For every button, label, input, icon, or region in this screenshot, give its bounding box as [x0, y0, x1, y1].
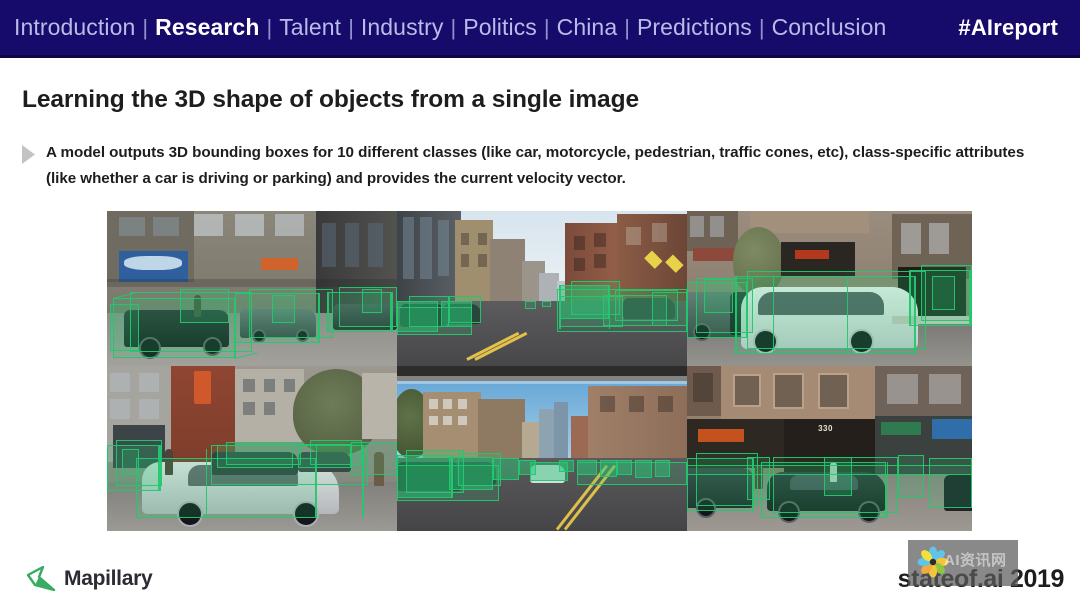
figure-photo-1 [107, 211, 397, 366]
nav-separator: | [624, 15, 630, 40]
figure-photo-6: 330 [687, 366, 972, 531]
nav-separator: | [758, 15, 765, 40]
mapillary-logo: Mapillary [26, 566, 153, 592]
bullet-row: A model outputs 3D bounding boxes for 10… [22, 140, 1052, 192]
nav-separator: | [266, 15, 273, 40]
figure-photo-5 [397, 366, 687, 531]
watermark-overlay: AI资讯网 [908, 540, 1018, 586]
figure-photo-2 [397, 211, 687, 366]
figure-photo-3 [687, 211, 972, 366]
nav-item-research[interactable]: Research [155, 16, 259, 39]
nav-separator: | [543, 15, 550, 40]
nav-item-predictions[interactable]: Predictions [637, 16, 752, 39]
figure-photo-4 [107, 366, 397, 531]
nav-separator: | [348, 15, 354, 40]
mapillary-arrow-icon [26, 566, 56, 592]
slide: Introduction | Research | Talent | Indus… [0, 0, 1080, 608]
triangle-right-icon [22, 145, 35, 164]
address-number-label: 330 [818, 423, 833, 433]
top-navigation-bar: Introduction | Research | Talent | Indus… [0, 0, 1080, 58]
report-hashtag: #AIreport [958, 14, 1058, 40]
nav-item-politics[interactable]: Politics [463, 16, 537, 39]
watermark-text: AI资讯网 [944, 552, 1007, 569]
page-title: Learning the 3D shape of objects from a … [22, 86, 639, 113]
nav-item-conclusion[interactable]: Conclusion [772, 16, 887, 39]
nav-item-industry[interactable]: Industry [361, 16, 444, 39]
nav-item-china[interactable]: China [557, 16, 618, 39]
nav-separator: | [450, 15, 457, 40]
figure-image-grid: 330 [107, 211, 972, 531]
bullet-text: A model outputs 3D bounding boxes for 10… [46, 144, 1025, 188]
nav-separator: | [142, 15, 149, 40]
nav-items: Introduction | Research | Talent | Indus… [14, 16, 886, 39]
mapillary-wordmark: Mapillary [64, 567, 153, 590]
nav-item-introduction[interactable]: Introduction [14, 16, 135, 39]
nav-item-talent[interactable]: Talent [279, 16, 341, 39]
